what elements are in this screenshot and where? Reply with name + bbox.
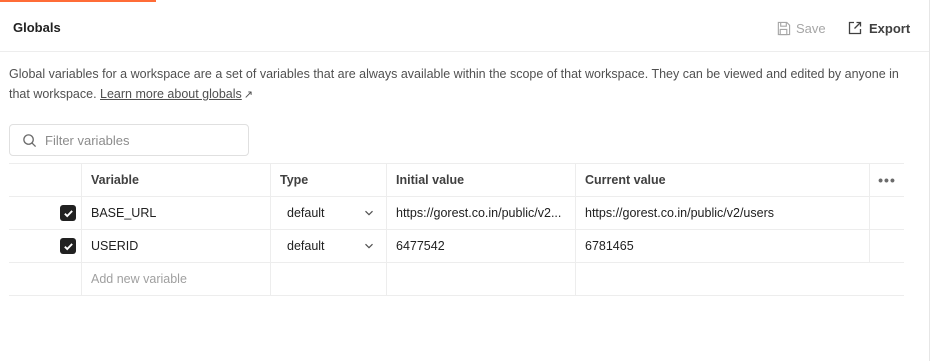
- column-header-type: Type: [270, 164, 386, 196]
- page-title: Globals: [13, 20, 61, 35]
- column-header-variable: Variable: [81, 164, 270, 196]
- current-value-cell[interactable]: 6781465: [575, 230, 869, 262]
- add-new-variable-placeholder: Add new variable: [91, 272, 187, 286]
- check-icon: [60, 205, 76, 221]
- export-button[interactable]: Export: [847, 18, 910, 38]
- external-link-icon: ↗: [243, 89, 253, 101]
- type-select[interactable]: default: [270, 197, 386, 229]
- initial-value-cell[interactable]: 6477542: [386, 230, 575, 262]
- type-select[interactable]: default: [270, 230, 386, 262]
- column-header-current-value: Current value: [575, 164, 869, 196]
- export-icon: [847, 20, 863, 36]
- header-check-cell: [9, 164, 81, 196]
- save-label: Save: [796, 20, 826, 36]
- variables-table: Variable Type Initial value Current valu…: [9, 163, 904, 296]
- table-row: USERID default 6477542 6781465: [9, 230, 904, 263]
- chevron-down-icon: [364, 241, 374, 251]
- globals-description: Global variables for a workspace are a s…: [9, 64, 919, 105]
- variable-name-cell[interactable]: BASE_URL: [81, 197, 270, 229]
- row-actions-cell: [869, 197, 904, 229]
- globals-header: Globals Save Export: [0, 2, 929, 52]
- check-icon: [60, 238, 76, 254]
- column-header-initial-value: Initial value: [386, 164, 575, 196]
- more-options-button[interactable]: •••: [869, 164, 904, 196]
- floppy-disk-icon: [776, 21, 791, 36]
- learn-more-link[interactable]: Learn more about globals: [100, 87, 242, 101]
- table-header-row: Variable Type Initial value Current valu…: [9, 163, 904, 197]
- type-value: default: [287, 206, 325, 220]
- table-row: BASE_URL default https://gorest.co.in/pu…: [9, 197, 904, 230]
- current-value-cell[interactable]: https://gorest.co.in/public/v2/users: [575, 197, 869, 229]
- row-actions-cell: [869, 230, 904, 262]
- add-variable-row: Add new variable: [9, 263, 904, 296]
- filter-variables-input[interactable]: [45, 132, 235, 148]
- variable-enabled-checkbox[interactable]: [60, 238, 76, 254]
- empty-current-cell: [575, 263, 869, 295]
- empty-type-cell: [270, 263, 386, 295]
- variable-enabled-checkbox[interactable]: [60, 205, 76, 221]
- search-icon: [22, 133, 37, 148]
- add-new-variable-input[interactable]: Add new variable: [81, 263, 270, 295]
- chevron-down-icon: [364, 208, 374, 218]
- export-label: Export: [869, 20, 911, 36]
- panel-divider: [929, 0, 930, 361]
- variable-name-cell[interactable]: USERID: [81, 230, 270, 262]
- initial-value-cell[interactable]: https://gorest.co.in/public/v2...: [386, 197, 575, 229]
- filter-variables-box: [9, 124, 249, 156]
- save-button[interactable]: Save: [776, 18, 826, 38]
- type-value: default: [287, 239, 325, 253]
- empty-initial-cell: [386, 263, 575, 295]
- more-horizontal-icon: •••: [878, 172, 896, 188]
